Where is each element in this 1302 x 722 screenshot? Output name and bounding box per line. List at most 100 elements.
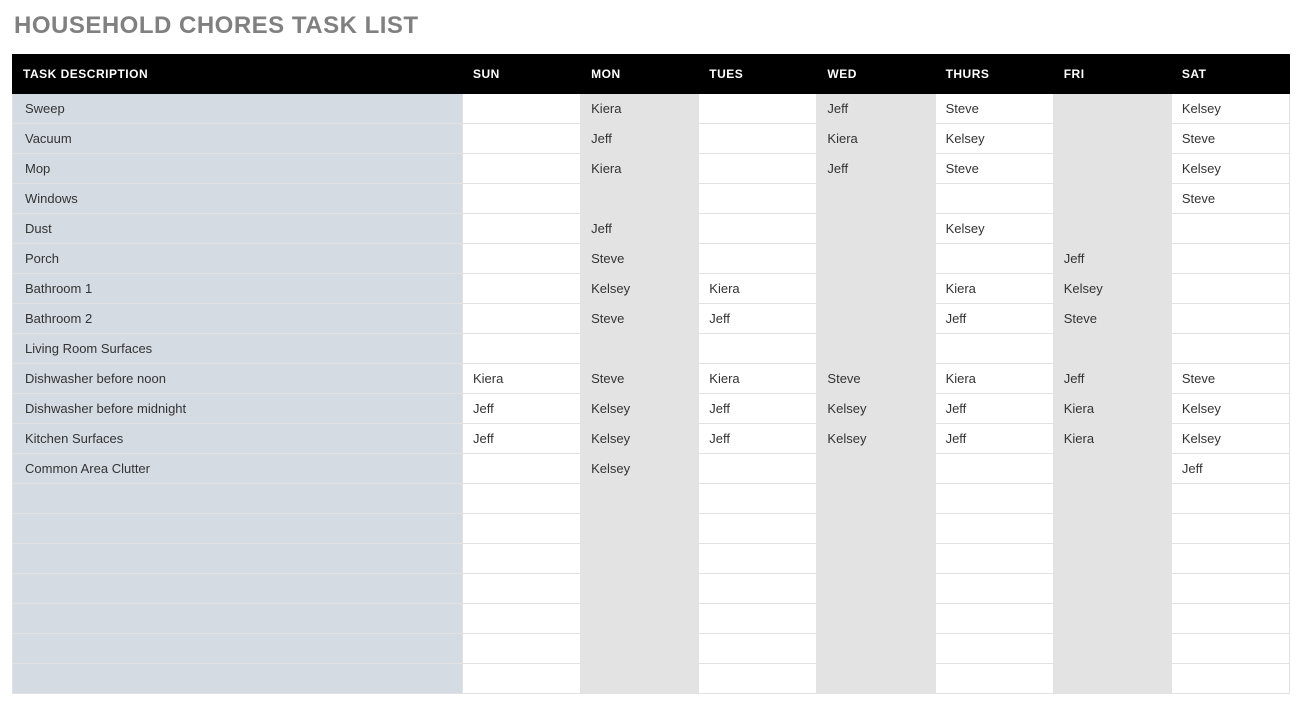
assignment-cell[interactable]: Kelsey <box>1171 424 1289 454</box>
assignment-cell[interactable] <box>935 514 1053 544</box>
assignment-cell[interactable]: Steve <box>1171 184 1289 214</box>
assignment-cell[interactable] <box>581 484 699 514</box>
assignment-cell[interactable] <box>1171 214 1289 244</box>
assignment-cell[interactable]: Kelsey <box>581 454 699 484</box>
task-description-cell[interactable]: Windows <box>13 184 463 214</box>
assignment-cell[interactable] <box>935 544 1053 574</box>
assignment-cell[interactable]: Kelsey <box>581 424 699 454</box>
assignment-cell[interactable] <box>935 454 1053 484</box>
assignment-cell[interactable] <box>699 544 817 574</box>
assignment-cell[interactable]: Steve <box>581 244 699 274</box>
assignment-cell[interactable] <box>581 634 699 664</box>
assignment-cell[interactable] <box>463 484 581 514</box>
assignment-cell[interactable]: Kiera <box>1053 394 1171 424</box>
assignment-cell[interactable] <box>463 274 581 304</box>
assignment-cell[interactable] <box>699 574 817 604</box>
assignment-cell[interactable] <box>817 184 935 214</box>
assignment-cell[interactable]: Kelsey <box>935 214 1053 244</box>
assignment-cell[interactable] <box>935 184 1053 214</box>
assignment-cell[interactable] <box>581 604 699 634</box>
task-description-cell[interactable]: Kitchen Surfaces <box>13 424 463 454</box>
assignment-cell[interactable]: Kiera <box>935 274 1053 304</box>
assignment-cell[interactable] <box>699 454 817 484</box>
assignment-cell[interactable] <box>817 634 935 664</box>
assignment-cell[interactable] <box>1171 334 1289 364</box>
task-description-cell[interactable]: Porch <box>13 244 463 274</box>
assignment-cell[interactable] <box>1053 544 1171 574</box>
assignment-cell[interactable] <box>463 184 581 214</box>
assignment-cell[interactable]: Kiera <box>463 364 581 394</box>
assignment-cell[interactable] <box>1171 514 1289 544</box>
assignment-cell[interactable] <box>1053 154 1171 184</box>
assignment-cell[interactable]: Kelsey <box>1171 94 1289 124</box>
assignment-cell[interactable] <box>1053 124 1171 154</box>
assignment-cell[interactable] <box>699 214 817 244</box>
assignment-cell[interactable] <box>463 214 581 244</box>
assignment-cell[interactable] <box>1053 604 1171 634</box>
assignment-cell[interactable] <box>817 334 935 364</box>
assignment-cell[interactable] <box>699 94 817 124</box>
assignment-cell[interactable]: Kiera <box>581 154 699 184</box>
assignment-cell[interactable] <box>1171 304 1289 334</box>
assignment-cell[interactable] <box>817 574 935 604</box>
assignment-cell[interactable] <box>1053 634 1171 664</box>
assignment-cell[interactable]: Kiera <box>1053 424 1171 454</box>
assignment-cell[interactable] <box>817 664 935 694</box>
assignment-cell[interactable]: Kelsey <box>581 274 699 304</box>
assignment-cell[interactable] <box>817 274 935 304</box>
assignment-cell[interactable]: Kelsey <box>817 424 935 454</box>
task-description-cell[interactable] <box>13 634 463 664</box>
assignment-cell[interactable]: Steve <box>935 154 1053 184</box>
task-description-cell[interactable]: Dust <box>13 214 463 244</box>
assignment-cell[interactable] <box>463 304 581 334</box>
assignment-cell[interactable] <box>817 244 935 274</box>
assignment-cell[interactable]: Jeff <box>1053 364 1171 394</box>
assignment-cell[interactable] <box>463 664 581 694</box>
assignment-cell[interactable] <box>935 664 1053 694</box>
assignment-cell[interactable] <box>935 484 1053 514</box>
assignment-cell[interactable]: Jeff <box>935 304 1053 334</box>
assignment-cell[interactable]: Jeff <box>817 94 935 124</box>
assignment-cell[interactable]: Kelsey <box>1053 274 1171 304</box>
assignment-cell[interactable] <box>1053 664 1171 694</box>
assignment-cell[interactable] <box>463 574 581 604</box>
assignment-cell[interactable]: Kelsey <box>1171 154 1289 184</box>
assignment-cell[interactable] <box>1171 604 1289 634</box>
task-description-cell[interactable] <box>13 574 463 604</box>
assignment-cell[interactable] <box>1053 514 1171 544</box>
assignment-cell[interactable] <box>1053 94 1171 124</box>
assignment-cell[interactable] <box>817 514 935 544</box>
assignment-cell[interactable]: Kelsey <box>935 124 1053 154</box>
assignment-cell[interactable] <box>581 184 699 214</box>
assignment-cell[interactable] <box>817 484 935 514</box>
assignment-cell[interactable] <box>1053 184 1171 214</box>
assignment-cell[interactable]: Kelsey <box>581 394 699 424</box>
assignment-cell[interactable] <box>1171 634 1289 664</box>
assignment-cell[interactable] <box>699 184 817 214</box>
assignment-cell[interactable]: Steve <box>817 364 935 394</box>
assignment-cell[interactable] <box>817 304 935 334</box>
assignment-cell[interactable]: Jeff <box>1171 454 1289 484</box>
assignment-cell[interactable]: Jeff <box>699 394 817 424</box>
assignment-cell[interactable] <box>817 604 935 634</box>
assignment-cell[interactable] <box>581 574 699 604</box>
assignment-cell[interactable]: Kiera <box>935 364 1053 394</box>
assignment-cell[interactable] <box>1171 574 1289 604</box>
assignment-cell[interactable]: Jeff <box>463 394 581 424</box>
assignment-cell[interactable] <box>935 244 1053 274</box>
task-description-cell[interactable]: Bathroom 1 <box>13 274 463 304</box>
assignment-cell[interactable] <box>1053 214 1171 244</box>
assignment-cell[interactable] <box>699 514 817 544</box>
task-description-cell[interactable]: Dishwasher before midnight <box>13 394 463 424</box>
assignment-cell[interactable] <box>699 334 817 364</box>
task-description-cell[interactable] <box>13 604 463 634</box>
assignment-cell[interactable]: Jeff <box>817 154 935 184</box>
assignment-cell[interactable] <box>935 634 1053 664</box>
assignment-cell[interactable] <box>699 604 817 634</box>
assignment-cell[interactable] <box>699 484 817 514</box>
assignment-cell[interactable]: Steve <box>1171 364 1289 394</box>
assignment-cell[interactable]: Steve <box>581 364 699 394</box>
assignment-cell[interactable]: Kiera <box>817 124 935 154</box>
assignment-cell[interactable] <box>1171 544 1289 574</box>
assignment-cell[interactable] <box>463 154 581 184</box>
